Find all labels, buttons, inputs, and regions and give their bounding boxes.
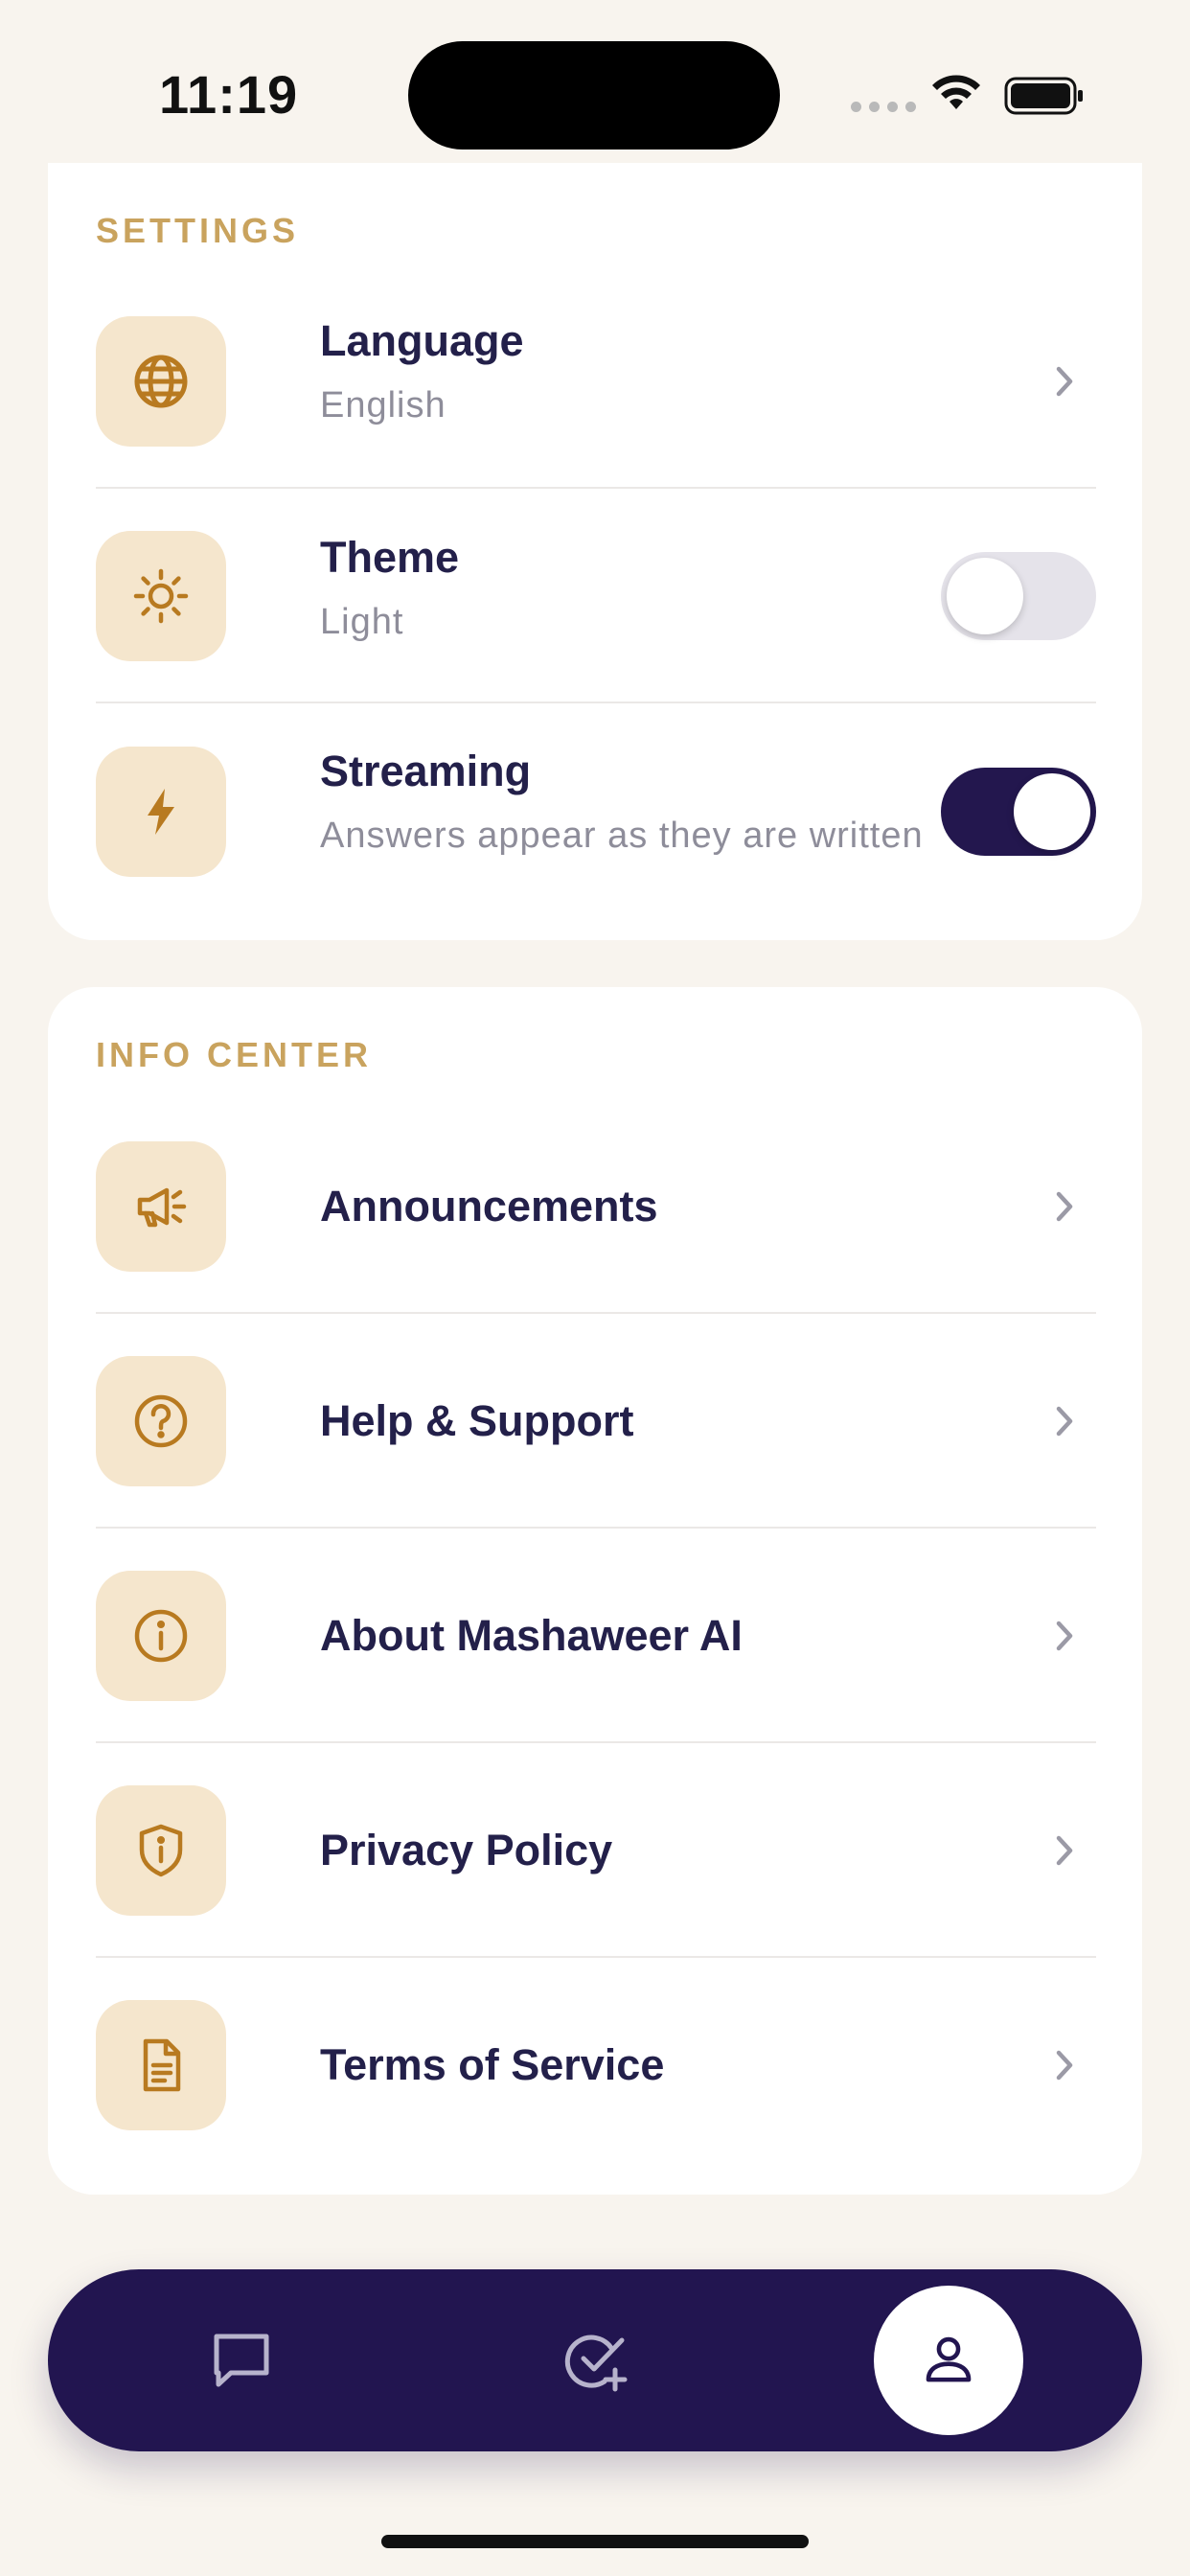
sun-icon [133, 568, 189, 624]
toggle-knob [947, 558, 1023, 634]
language-icon-box [96, 316, 226, 447]
tab-profile[interactable] [874, 2286, 1023, 2435]
help-support-label: Help & Support [320, 1396, 634, 1445]
language-value: English [320, 385, 446, 426]
streaming-description: Answers appear as they are written [320, 816, 924, 856]
chevron-right-icon [1056, 1621, 1073, 1651]
wifi-icon [932, 75, 980, 109]
terms-row[interactable]: Terms of Service [96, 1958, 1096, 2173]
theme-row: Theme Light [96, 489, 1096, 703]
privacy-icon-box [96, 1785, 226, 1916]
announcements-icon-box [96, 1141, 226, 1272]
help-support-row[interactable]: Help & Support [96, 1314, 1096, 1529]
theme-toggle[interactable] [941, 552, 1096, 640]
info-center-section-title: INFO CENTER [96, 1035, 373, 1074]
terms-icon-box [96, 2000, 226, 2130]
screen: 11:19 SETTINGS Language English Theme Li… [0, 0, 1190, 2576]
about-icon-box [96, 1571, 226, 1701]
theme-icon-box [96, 531, 226, 661]
status-bar: 11:19 [0, 0, 1190, 182]
theme-label: Theme [320, 533, 460, 582]
dynamic-island [408, 41, 780, 150]
document-icon [143, 2038, 181, 2092]
battery-icon [1004, 77, 1083, 115]
info-center-card: INFO CENTER Announcements Help & Support… [48, 987, 1142, 2195]
chevron-right-icon [1056, 1406, 1073, 1437]
language-label: Language [320, 316, 524, 365]
bolt-icon [148, 789, 174, 835]
megaphone-icon [137, 1187, 187, 1228]
user-icon [926, 2336, 972, 2382]
check-add-icon [564, 2334, 628, 2392]
shield-icon [139, 1824, 183, 1877]
streaming-icon-box [96, 747, 226, 877]
divider [96, 702, 1096, 703]
cellular-signal-icon [851, 102, 916, 112]
bottom-tab-bar [48, 2269, 1142, 2451]
help-icon-box [96, 1356, 226, 1486]
chevron-right-icon [1056, 2050, 1073, 2081]
chevron-right-icon [1056, 1191, 1073, 1222]
home-indicator[interactable] [381, 2535, 809, 2548]
settings-section-title: SETTINGS [96, 211, 300, 250]
question-circle-icon [134, 1394, 188, 1448]
privacy-policy-row[interactable]: Privacy Policy [96, 1743, 1096, 1958]
streaming-row: Streaming Answers appear as they are wri… [96, 704, 1096, 919]
privacy-policy-label: Privacy Policy [320, 1826, 613, 1874]
chevron-right-icon [1056, 1835, 1073, 1866]
about-row[interactable]: About Mashaweer AI [96, 1529, 1096, 1743]
tab-chat[interactable] [146, 2269, 337, 2451]
status-time: 11:19 [159, 64, 299, 125]
chevron-right-icon [1056, 366, 1073, 397]
streaming-toggle[interactable] [941, 768, 1096, 856]
terms-label: Terms of Service [320, 2040, 665, 2089]
streaming-label: Streaming [320, 747, 532, 795]
about-label: About Mashaweer AI [320, 1611, 743, 1660]
language-row[interactable]: Language English [96, 274, 1096, 489]
announcements-row[interactable]: Announcements [96, 1099, 1096, 1314]
chat-bubble-icon [214, 2334, 269, 2387]
info-circle-icon [134, 1609, 188, 1663]
settings-card: SETTINGS Language English Theme Light St… [48, 163, 1142, 940]
announcements-label: Announcements [320, 1182, 658, 1230]
theme-value: Light [320, 602, 404, 642]
toggle-knob [1014, 773, 1090, 850]
globe-icon [134, 355, 188, 408]
tab-tasks[interactable] [500, 2269, 692, 2451]
